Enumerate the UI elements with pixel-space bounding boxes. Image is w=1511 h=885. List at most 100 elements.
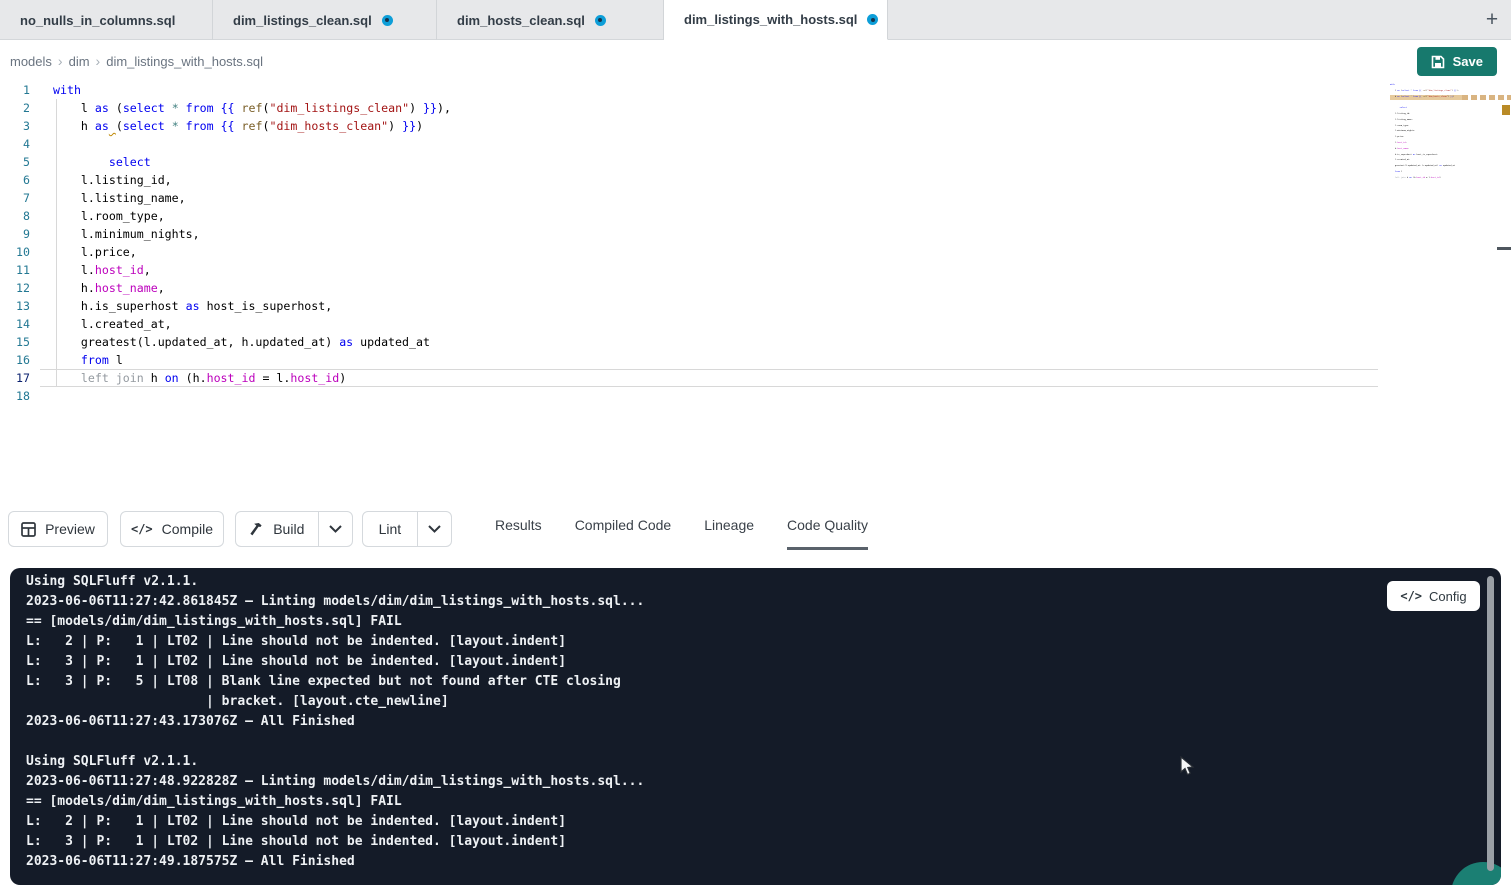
code-line: with (40, 81, 1378, 99)
terminal-line: 2023-06-06T11:27:43.173076Z — All Finish… (26, 712, 644, 732)
lint-output-terminal: Using SQLFluff v2.1.1.2023-06-06T11:27:4… (10, 568, 1501, 885)
sql-code-editor[interactable]: 123456789101112131415161718 with l as (s… (0, 81, 1511, 506)
modified-dot-icon[interactable] (595, 15, 606, 26)
chevron-down-icon (428, 525, 441, 533)
code-line (40, 387, 1378, 405)
file-tab-label: no_nulls_in_columns.sql (20, 13, 175, 28)
minimap-line (1390, 182, 1462, 188)
terminal-line: L: 3 | P: 5 | LT08 | Blank line expected… (26, 672, 644, 692)
terminal-line: 2023-06-06T11:27:42.861845Z — Linting mo… (26, 592, 644, 612)
tab-code-quality[interactable]: Code Quality (787, 517, 868, 550)
code-line: l.created_at, (40, 315, 1378, 333)
breadcrumb-segment: dim_listings_with_hosts.sql (106, 54, 263, 69)
lint-button-group: Lint (362, 511, 452, 547)
overview-ruler-position-marker (1497, 247, 1511, 250)
line-number: 5 (0, 153, 30, 171)
lint-button[interactable]: Lint (363, 512, 418, 546)
chevron-down-icon (329, 525, 342, 533)
terminal-line: 2023-06-06T11:27:48.922828Z — Linting mo… (26, 772, 644, 792)
code-line: h as (select * from {{ ref("dim_hosts_cl… (40, 117, 1378, 135)
breadcrumb-bar: models›dim›dim_listings_with_hosts.sql S… (0, 41, 1511, 81)
line-number: 1 (0, 81, 30, 99)
line-number: 4 (0, 135, 30, 153)
modified-dot-icon[interactable] (382, 15, 393, 26)
file-tab-bar: no_nulls_in_columns.sql dim_listings_clea… (0, 0, 1511, 40)
editor-minimap[interactable]: with l as (select * from {{ ref("dim_lis… (1390, 83, 1462, 187)
code-line: h.host_name, (40, 279, 1378, 297)
file-tab[interactable]: no_nulls_in_columns.sql (0, 0, 213, 40)
code-line: l.host_id, (40, 261, 1378, 279)
overview-ruler-warning-marker (1502, 105, 1510, 115)
line-number: 13 (0, 297, 30, 315)
compile-label: Compile (162, 521, 213, 537)
terminal-scrollbar[interactable] (1487, 576, 1494, 871)
hammer-icon (249, 522, 264, 537)
line-number-gutter: 123456789101112131415161718 (0, 81, 30, 405)
terminal-line: L: 3 | P: 1 | LT02 | Line should not be … (26, 652, 644, 672)
compile-button[interactable]: </> Compile (120, 511, 224, 547)
line-number: 9 (0, 225, 30, 243)
file-tab-label: dim_listings_with_hosts.sql (684, 12, 857, 27)
code-line: left join h on (h.host_id = l.host_id) (40, 369, 1378, 387)
new-tab-button[interactable]: + (1479, 8, 1505, 34)
terminal-output: Using SQLFluff v2.1.1.2023-06-06T11:27:4… (26, 572, 644, 872)
line-number: 17 (0, 369, 30, 387)
terminal-line: Using SQLFluff v2.1.1. (26, 752, 644, 772)
tab-lineage[interactable]: Lineage (704, 517, 754, 550)
modified-dot-icon[interactable] (867, 14, 878, 25)
file-tab[interactable]: dim_listings_clean.sql (213, 0, 437, 40)
mouse-cursor (1180, 756, 1195, 777)
line-number: 3 (0, 117, 30, 135)
code-line: l.price, (40, 243, 1378, 261)
code-line: l.listing_name, (40, 189, 1378, 207)
line-number: 8 (0, 207, 30, 225)
save-button-label: Save (1453, 54, 1483, 69)
code-line: l.room_type, (40, 207, 1378, 225)
overview-ruler-warning-strip (1462, 95, 1511, 100)
terminal-line: L: 3 | P: 1 | LT02 | Line should not be … (26, 832, 644, 852)
terminal-line: L: 2 | P: 1 | LT02 | Line should not be … (26, 812, 644, 832)
build-button-group: Build (235, 511, 353, 547)
code-brackets-icon: </> (131, 522, 153, 536)
line-number: 10 (0, 243, 30, 261)
preview-label: Preview (45, 521, 95, 537)
lint-dropdown-chevron[interactable] (418, 512, 451, 546)
code-line: l as (select * from {{ ref("dim_listings… (40, 99, 1378, 117)
line-number: 2 (0, 99, 30, 117)
file-tab[interactable]: dim_hosts_clean.sql (437, 0, 664, 40)
line-number: 15 (0, 333, 30, 351)
line-number: 7 (0, 189, 30, 207)
breadcrumb: models›dim›dim_listings_with_hosts.sql (10, 41, 263, 81)
code-line: greatest(l.updated_at, h.updated_at) as … (40, 333, 1378, 351)
file-tab-label: dim_listings_clean.sql (233, 13, 372, 28)
terminal-line: L: 2 | P: 1 | LT02 | Line should not be … (26, 632, 644, 652)
line-number: 14 (0, 315, 30, 333)
preview-button[interactable]: Preview (8, 511, 108, 547)
code-lines: with l as (select * from {{ ref("dim_lis… (40, 81, 1378, 405)
build-button[interactable]: Build (236, 512, 319, 546)
lint-label: Lint (379, 521, 402, 537)
minimap-line: h as (select * from {{ ref("dim_hosts_cl… (1390, 95, 1462, 101)
code-line: l.listing_id, (40, 171, 1378, 189)
save-button[interactable]: Save (1417, 47, 1497, 76)
terminal-line (26, 732, 644, 752)
build-label: Build (273, 521, 304, 537)
terminal-line: == [models/dim/dim_listings_with_hosts.s… (26, 792, 644, 812)
code-line: h.is_superhost as host_is_superhost, (40, 297, 1378, 315)
code-line (40, 135, 1378, 153)
terminal-line: 2023-06-06T11:27:49.187575Z — All Finish… (26, 852, 644, 872)
table-icon (21, 522, 36, 537)
tab-results[interactable]: Results (495, 517, 542, 550)
code-line: l.minimum_nights, (40, 225, 1378, 243)
line-number: 12 (0, 279, 30, 297)
config-button[interactable]: </> Config (1387, 581, 1480, 611)
tab-compiled-code[interactable]: Compiled Code (575, 517, 672, 550)
line-number: 16 (0, 351, 30, 369)
line-number: 6 (0, 171, 30, 189)
file-tab-label: dim_hosts_clean.sql (457, 13, 585, 28)
build-dropdown-chevron[interactable] (319, 512, 352, 546)
breadcrumb-separator: › (96, 53, 101, 69)
file-tab[interactable]: dim_listings_with_hosts.sql (664, 0, 888, 40)
panel-tabs: Results Compiled Code Lineage Code Quali… (495, 517, 868, 550)
terminal-line: | bracket. [layout.cte_newline] (26, 692, 644, 712)
